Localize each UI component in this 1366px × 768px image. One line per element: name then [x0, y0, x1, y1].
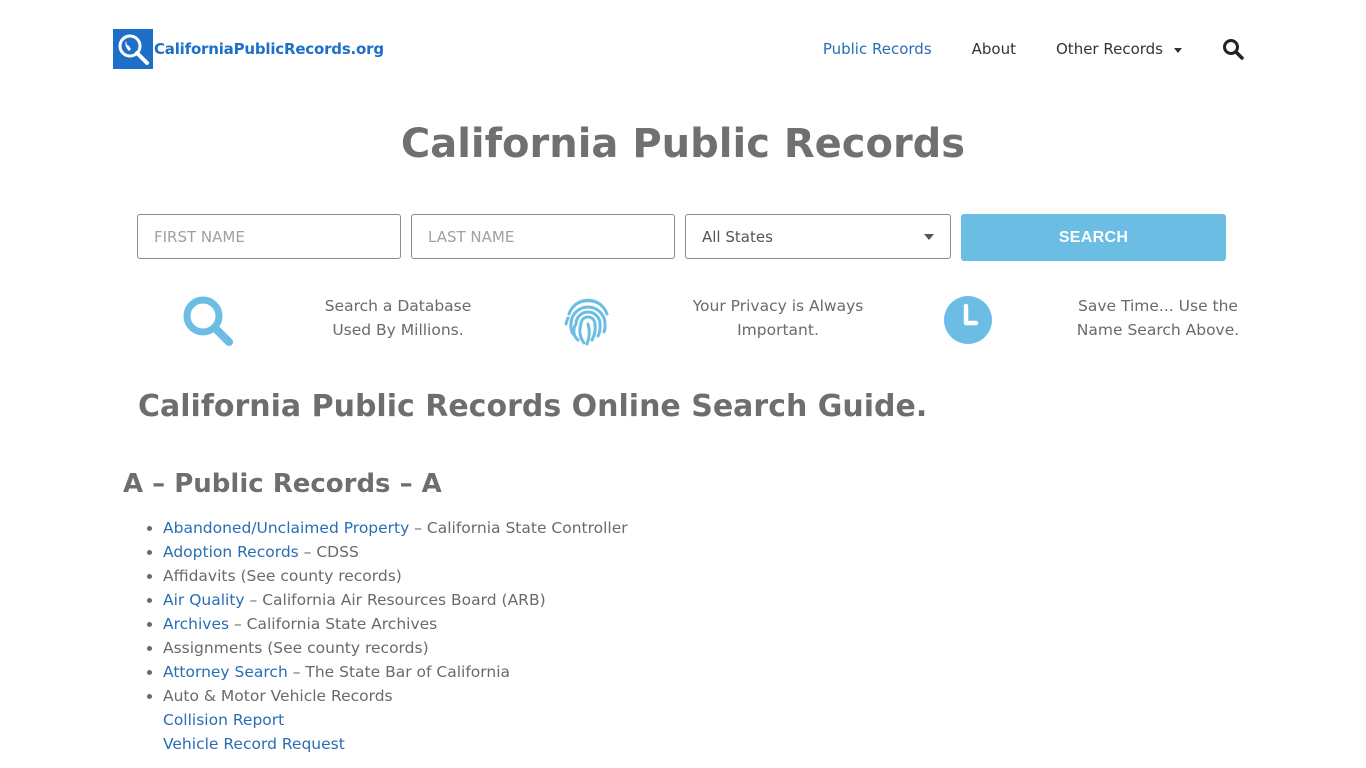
first-name-input[interactable]: [137, 214, 401, 259]
magnifier-icon: [181, 294, 235, 352]
nav-about[interactable]: About: [972, 38, 1016, 60]
record-source: – CDSS: [298, 543, 359, 561]
record-text: Assignments (See county records): [163, 639, 429, 657]
feature-line: Save Time... Use the: [1078, 297, 1238, 315]
feature-line: Your Privacy is Always: [692, 297, 864, 315]
records-list: Abandoned/Unclaimed Property – Californi…: [147, 516, 628, 756]
state-select-value: All States: [702, 227, 773, 246]
search-button[interactable]: SEARCH: [961, 214, 1226, 261]
record-link[interactable]: Archives: [163, 615, 229, 633]
nav-public-records[interactable]: Public Records: [823, 38, 932, 60]
feature-line: Name Search Above.: [1076, 321, 1240, 339]
feature-line: Important.: [737, 321, 819, 339]
list-item: Attorney Search – The State Bar of Calif…: [147, 660, 628, 684]
site-logo[interactable]: CaliforniaPublicRecords.org: [113, 29, 384, 69]
logo-text: CaliforniaPublicRecords.org: [154, 40, 384, 58]
list-item: Adoption Records – CDSS: [147, 540, 628, 564]
record-source: – California State Controller: [409, 519, 628, 537]
collision-report-link[interactable]: Collision Report: [163, 711, 284, 729]
feature-line: Used By Millions.: [332, 321, 464, 339]
list-item: Archives – California State Archives: [147, 612, 628, 636]
search-icon[interactable]: [1222, 38, 1244, 60]
nav-other-records[interactable]: Other Records: [1056, 38, 1182, 60]
last-name-input[interactable]: [411, 214, 675, 259]
record-text: Auto & Motor Vehicle Records: [163, 687, 393, 705]
list-item: Affidavits (See county records): [147, 564, 628, 588]
feature-text-save-time: Save Time... Use the Name Search Above.: [1043, 294, 1273, 342]
list-item: Collision Report: [163, 708, 628, 732]
feature-line: Search a Database: [324, 297, 472, 315]
fingerprint-icon: [561, 294, 615, 352]
list-item: Auto & Motor Vehicle Records: [147, 684, 628, 708]
state-select[interactable]: All States: [685, 214, 951, 259]
feature-text-privacy: Your Privacy is Always Important.: [663, 294, 893, 342]
record-link[interactable]: Attorney Search: [163, 663, 288, 681]
record-source: – California Air Resources Board (ARB): [244, 591, 546, 609]
record-source: – The State Bar of California: [287, 663, 510, 681]
record-source: – California State Archives: [229, 615, 438, 633]
list-item: Air Quality – California Air Resources B…: [147, 588, 628, 612]
nav-other-records-label: Other Records: [1056, 40, 1163, 58]
list-item: Abandoned/Unclaimed Property – Californi…: [147, 516, 628, 540]
page-title: California Public Records: [400, 121, 966, 167]
magnifier-phone-logo-icon: [113, 29, 153, 69]
caret-down-icon: [924, 233, 934, 240]
guide-title: California Public Records Online Search …: [138, 389, 928, 424]
list-item: Vehicle Record Request: [163, 732, 628, 756]
main-nav: Public Records About Other Records: [783, 38, 1244, 60]
feature-text-database: Search a Database Used By Millions.: [283, 294, 513, 342]
vehicle-record-request-link[interactable]: Vehicle Record Request: [163, 735, 345, 753]
record-link[interactable]: Air Quality: [163, 591, 245, 609]
people-search-form: All States SEARCH: [137, 214, 1226, 261]
record-link[interactable]: Adoption Records: [163, 543, 299, 561]
caret-down-icon: [1174, 47, 1182, 53]
clock-icon: [943, 295, 993, 349]
record-link[interactable]: Abandoned/Unclaimed Property: [163, 519, 409, 537]
record-text: Affidavits (See county records): [163, 567, 402, 585]
list-item: Assignments (See county records): [147, 636, 628, 660]
section-title: A – Public Records – A: [123, 469, 442, 499]
